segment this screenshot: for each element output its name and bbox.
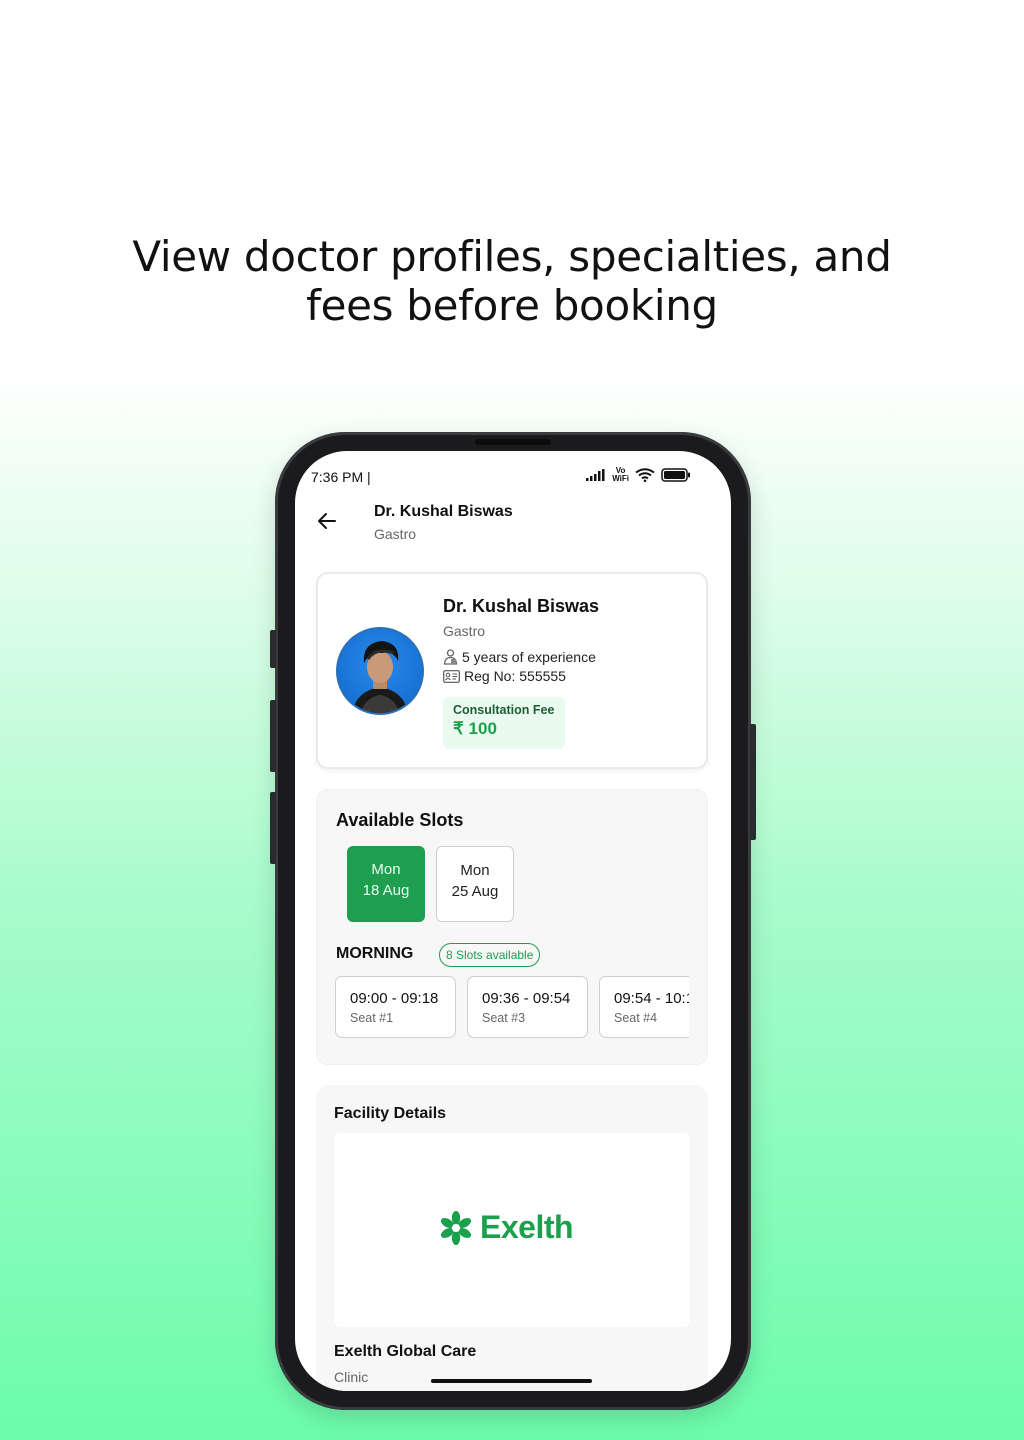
slots-title: Available Slots xyxy=(336,810,464,830)
volte-indicator: Vo WiFi xyxy=(612,467,629,483)
date-chip[interactable]: Mon 25 Aug xyxy=(436,846,514,922)
slot-time: 09:54 - 10:12 xyxy=(614,990,689,1007)
headline-line-2: fees before booking xyxy=(306,281,718,330)
headline-line-1: View doctor profiles, specialties, and xyxy=(132,232,892,281)
app-bar-title: Dr. Kushal Biswas xyxy=(374,503,513,520)
slots-available-badge: 8 Slots available xyxy=(439,943,541,967)
slot-time: 09:00 - 09:18 xyxy=(350,990,439,1007)
experience-row: 5 years of experience xyxy=(443,649,596,665)
doctor-name: Dr. Kushal Biswas xyxy=(443,596,600,616)
slot-seat: Seat #3 xyxy=(482,1011,526,1025)
fee-label: Consultation Fee xyxy=(453,703,555,717)
exelth-logo-icon xyxy=(440,1210,472,1245)
period-label: MORNING xyxy=(336,945,414,962)
power-button xyxy=(750,724,756,840)
action-button xyxy=(270,630,276,668)
experience-icon xyxy=(443,649,458,665)
date-day: Mon xyxy=(371,861,401,878)
slot-seat: Seat #1 xyxy=(350,1011,394,1025)
volume-down-button xyxy=(270,792,276,864)
facility-card: Facility Details Exelth Exelth Global Ca… xyxy=(316,1085,708,1391)
back-arrow-icon[interactable] xyxy=(315,509,339,533)
doctor-specialty: Gastro xyxy=(443,623,486,639)
doctor-photo xyxy=(352,641,408,713)
facility-title: Facility Details xyxy=(334,1105,447,1122)
phone-screen: 7:36 PM | Vo WiFi Dr. Kushal Biswas Gast… xyxy=(295,451,731,1391)
slot-time: 09:36 - 09:54 xyxy=(482,990,571,1007)
fee-value: ₹ 100 xyxy=(453,719,497,738)
date-date: 25 Aug xyxy=(451,883,499,900)
home-indicator[interactable] xyxy=(431,1379,592,1383)
reg-number: Reg No: 555555 xyxy=(464,668,566,684)
consultation-fee-box: Consultation Fee ₹ 100 xyxy=(443,697,565,749)
slot-button[interactable]: 09:54 - 10:12 Seat #4 xyxy=(599,976,689,1038)
date-date: 18 Aug xyxy=(362,882,410,899)
headline: View doctor profiles, specialties, and f… xyxy=(0,232,1024,330)
date-day: Mon xyxy=(460,862,490,879)
id-card-icon xyxy=(443,669,460,683)
date-chip-selected[interactable]: Mon 18 Aug xyxy=(347,846,425,922)
facility-name: Exelth Global Care xyxy=(334,1343,477,1360)
signal-icon xyxy=(586,469,605,481)
exelth-logo: Exelth xyxy=(438,1209,574,1246)
slot-list[interactable]: 09:00 - 09:18 Seat #1 09:36 - 09:54 Seat… xyxy=(335,976,689,1038)
experience-text: 5 years of experience xyxy=(462,649,596,665)
doctor-avatar xyxy=(336,627,424,715)
wifi-calling-label: WiFi xyxy=(612,474,629,483)
available-slots-card: Available Slots Mon 18 Aug Mon 25 Aug MO… xyxy=(316,789,708,1065)
slot-button[interactable]: 09:00 - 09:18 Seat #1 xyxy=(335,976,456,1038)
battery-icon xyxy=(661,468,690,482)
slot-button[interactable]: 09:36 - 09:54 Seat #3 xyxy=(467,976,588,1038)
app-bar-subtitle: Gastro xyxy=(374,526,417,542)
facility-type: Clinic xyxy=(334,1369,369,1385)
logo-text: Exelth xyxy=(480,1209,574,1245)
slot-seat: Seat #4 xyxy=(614,1011,658,1025)
wifi-icon xyxy=(635,468,655,482)
reg-row: Reg No: 555555 xyxy=(443,668,566,684)
volume-up-button xyxy=(270,700,276,772)
status-time: 7:36 PM | xyxy=(311,469,371,485)
app-bar: Dr. Kushal Biswas Gastro xyxy=(295,499,731,549)
status-bar: 7:36 PM | Vo WiFi xyxy=(311,467,691,485)
speaker-grille xyxy=(475,439,551,445)
status-icons: Vo WiFi xyxy=(586,467,691,483)
facility-logo-box: Exelth xyxy=(334,1133,690,1327)
doctor-profile-card: Dr. Kushal Biswas Gastro 5 years of expe… xyxy=(316,572,708,769)
